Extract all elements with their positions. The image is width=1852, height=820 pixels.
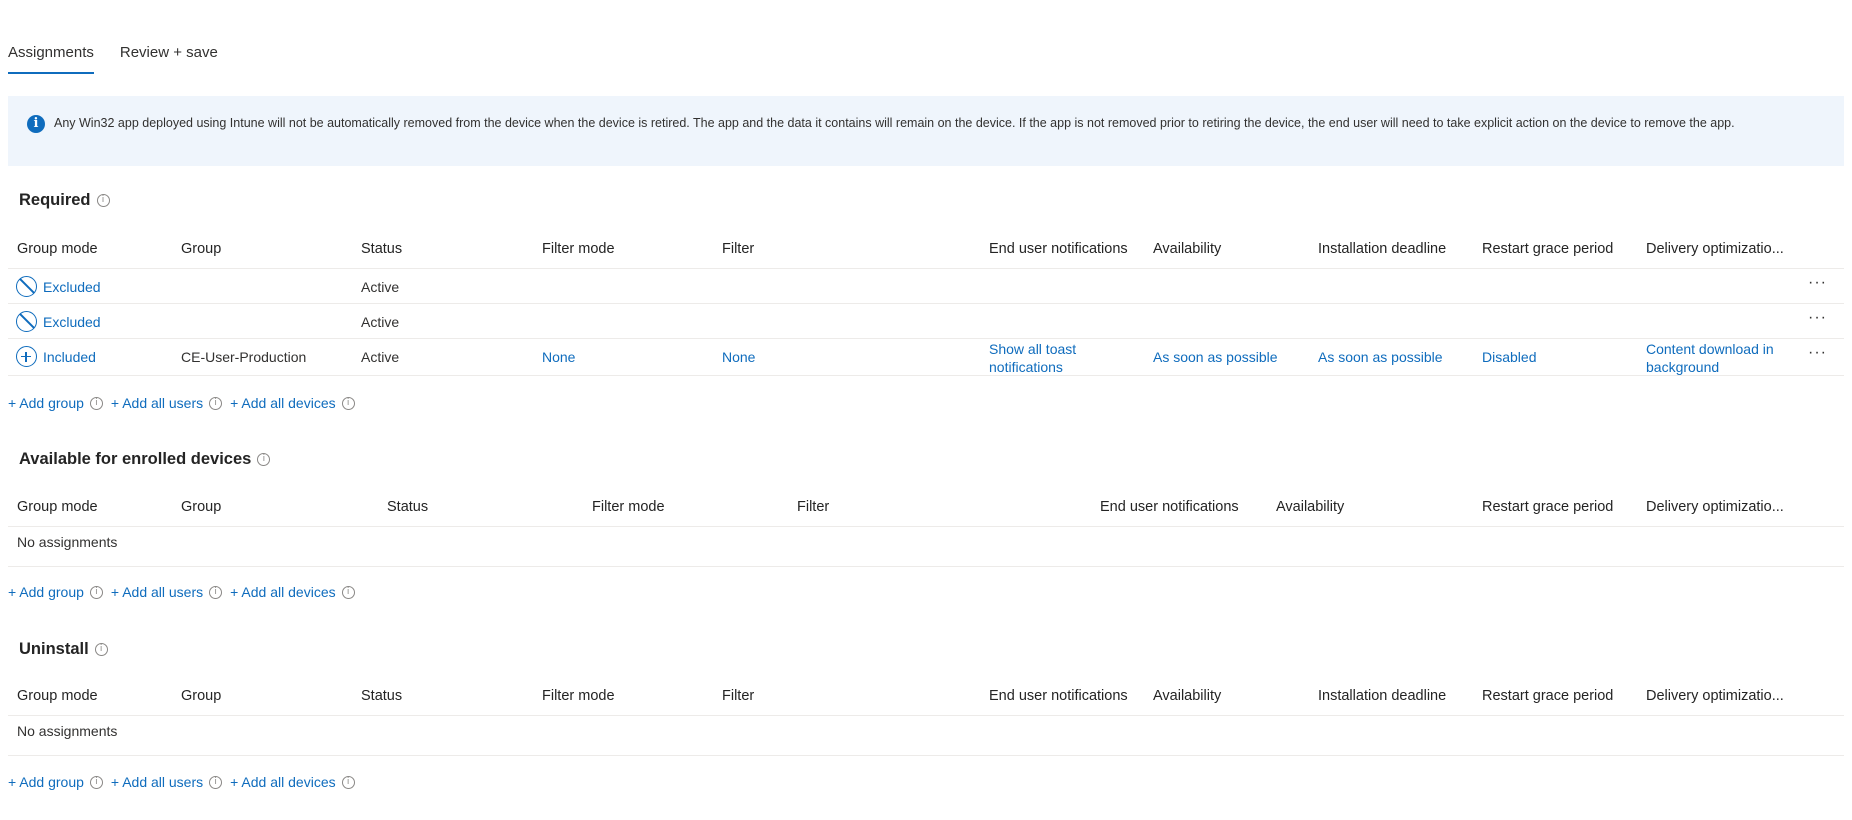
info-circle-icon[interactable]: i: [209, 585, 223, 599]
add-all-devices-link[interactable]: + Add all devices: [230, 395, 335, 411]
info-circle-icon[interactable]: i: [341, 775, 355, 789]
filter-mode-link[interactable]: None: [542, 349, 575, 365]
add-all-users-link[interactable]: + Add all users: [111, 774, 203, 790]
col-status[interactable]: Status: [387, 499, 428, 515]
info-circle-icon[interactable]: i: [89, 775, 103, 789]
col-restart-grace-period[interactable]: Restart grace period: [1482, 499, 1613, 515]
col-group-mode[interactable]: Group mode: [17, 241, 98, 257]
col-availability[interactable]: Availability: [1276, 499, 1344, 515]
info-circle-icon[interactable]: i: [341, 396, 355, 410]
more-options-icon[interactable]: ···: [1808, 309, 1827, 327]
empty-state-text: No assignments: [17, 534, 118, 550]
divider: [8, 268, 1844, 269]
col-delivery-optimization[interactable]: Delivery optimizatio...: [1646, 499, 1784, 515]
col-filter-mode[interactable]: Filter mode: [542, 241, 615, 257]
add-all-users-link[interactable]: + Add all users: [111, 395, 203, 411]
divider: [8, 303, 1844, 304]
col-status[interactable]: Status: [361, 241, 402, 257]
empty-state-text: No assignments: [17, 723, 118, 739]
uninstall-actions: + Add group i + Add all users i + Add al…: [8, 774, 357, 790]
delivery-optimization-link[interactable]: Content download in background: [1646, 340, 1806, 376]
divider: [8, 338, 1844, 339]
col-availability[interactable]: Availability: [1153, 688, 1221, 704]
col-group-mode[interactable]: Group mode: [17, 499, 98, 515]
col-delivery-optimization[interactable]: Delivery optimizatio...: [1646, 688, 1784, 704]
info-circle-icon[interactable]: i: [341, 585, 355, 599]
required-actions: + Add group i + Add all users i + Add al…: [8, 395, 357, 411]
group-mode-cell[interactable]: Excluded: [16, 311, 101, 332]
info-icon: i: [27, 115, 45, 133]
divider: [8, 715, 1844, 716]
col-group[interactable]: Group: [181, 241, 221, 257]
notifications-link[interactable]: Show all toast notifications: [989, 340, 1139, 376]
add-group-link[interactable]: + Add group: [8, 774, 84, 790]
tab-assignments[interactable]: Assignments: [8, 44, 94, 74]
uninstall-section-title: Uninstall i: [19, 640, 108, 659]
col-status[interactable]: Status: [361, 688, 402, 704]
restart-grace-link[interactable]: Disabled: [1482, 349, 1536, 365]
group-mode-cell[interactable]: Excluded: [16, 276, 101, 297]
info-banner-text: Any Win32 app deployed using Intune will…: [54, 116, 1735, 130]
info-circle-icon[interactable]: i: [209, 396, 223, 410]
group-mode-link[interactable]: Excluded: [43, 279, 101, 295]
add-all-devices-link[interactable]: + Add all devices: [230, 774, 335, 790]
more-options-icon[interactable]: ···: [1808, 274, 1827, 292]
col-availability[interactable]: Availability: [1153, 241, 1221, 257]
filter-link[interactable]: None: [722, 349, 755, 365]
status-cell: Active: [361, 279, 400, 295]
add-all-devices-link[interactable]: + Add all devices: [230, 584, 335, 600]
divider: [8, 375, 1844, 376]
col-installation-deadline[interactable]: Installation deadline: [1318, 688, 1446, 704]
block-icon: [16, 276, 37, 297]
group-cell: CE-User-Production: [181, 349, 307, 365]
available-title-text: Available for enrolled devices: [19, 450, 252, 468]
required-section-title: Required i: [19, 191, 110, 210]
add-all-users-link[interactable]: + Add all users: [111, 584, 203, 600]
info-circle-icon[interactable]: i: [94, 643, 108, 656]
col-end-user-notifications[interactable]: End user notifications: [989, 241, 1128, 257]
divider: [8, 566, 1844, 567]
tab-review-save[interactable]: Review + save: [120, 44, 218, 74]
col-group[interactable]: Group: [181, 499, 221, 515]
block-icon: [16, 311, 37, 332]
col-filter-mode[interactable]: Filter mode: [542, 688, 615, 704]
required-title-text: Required: [19, 191, 91, 209]
col-group-mode[interactable]: Group mode: [17, 688, 98, 704]
col-end-user-notifications[interactable]: End user notifications: [989, 688, 1128, 704]
add-group-link[interactable]: + Add group: [8, 395, 84, 411]
info-banner: i Any Win32 app deployed using Intune wi…: [8, 96, 1844, 166]
more-options-icon[interactable]: ···: [1808, 344, 1827, 362]
info-circle-icon[interactable]: i: [89, 585, 103, 599]
col-end-user-notifications[interactable]: End user notifications: [1100, 499, 1239, 515]
group-mode-link[interactable]: Included: [43, 349, 96, 365]
add-group-link[interactable]: + Add group: [8, 584, 84, 600]
col-installation-deadline[interactable]: Installation deadline: [1318, 241, 1446, 257]
availability-link[interactable]: As soon as possible: [1153, 349, 1278, 365]
divider: [8, 526, 1844, 527]
info-circle-icon[interactable]: i: [209, 775, 223, 789]
info-circle-icon[interactable]: i: [257, 453, 271, 466]
divider: [8, 755, 1844, 756]
col-restart-grace-period[interactable]: Restart grace period: [1482, 688, 1613, 704]
uninstall-title-text: Uninstall: [19, 640, 89, 658]
available-actions: + Add group i + Add all users i + Add al…: [8, 584, 357, 600]
status-cell: Active: [361, 314, 400, 330]
col-restart-grace-period[interactable]: Restart grace period: [1482, 241, 1613, 257]
available-section-title: Available for enrolled devices i: [19, 450, 271, 469]
col-filter[interactable]: Filter: [722, 688, 754, 704]
status-cell: Active: [361, 349, 400, 365]
col-filter[interactable]: Filter: [797, 499, 829, 515]
col-group[interactable]: Group: [181, 688, 221, 704]
add-circle-icon: [16, 346, 37, 367]
group-mode-cell[interactable]: Included: [16, 346, 96, 367]
group-mode-link[interactable]: Excluded: [43, 314, 101, 330]
info-circle-icon[interactable]: i: [89, 396, 103, 410]
tab-bar: Assignments Review + save: [8, 44, 218, 74]
deadline-link[interactable]: As soon as possible: [1318, 349, 1443, 365]
col-delivery-optimization[interactable]: Delivery optimizatio...: [1646, 241, 1784, 257]
col-filter[interactable]: Filter: [722, 241, 754, 257]
info-circle-icon[interactable]: i: [96, 194, 110, 207]
col-filter-mode[interactable]: Filter mode: [592, 499, 665, 515]
